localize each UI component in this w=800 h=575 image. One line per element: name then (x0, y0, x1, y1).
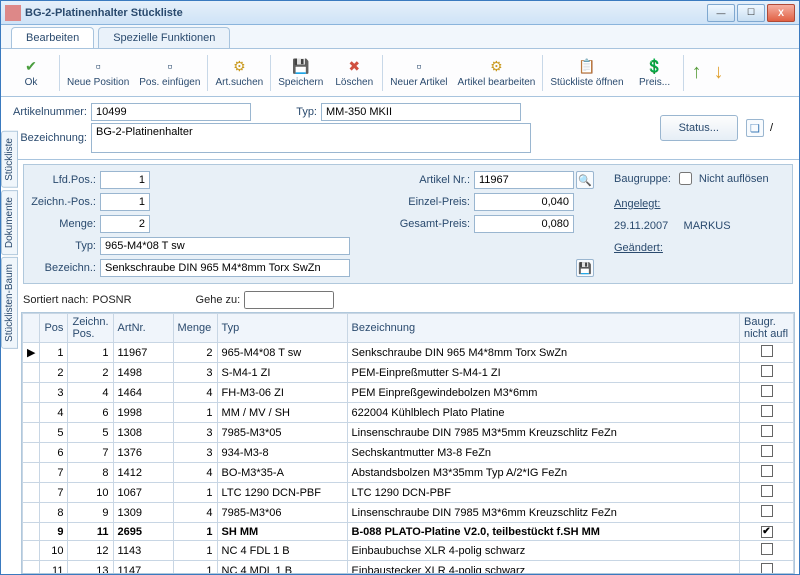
lfd-label: Lfd.Pos.: (28, 174, 100, 186)
detail-bez-input[interactable] (100, 259, 350, 277)
table-row[interactable]: ▶11119672965-M4*08 T swSenkschraube DIN … (23, 343, 794, 363)
typ-label: Typ: (271, 106, 321, 118)
angelegt-user: MARKUS (684, 220, 731, 232)
edit-article-button[interactable]: ⚙Artikel bearbeiten (454, 51, 540, 95)
angelegt-label: Angelegt: (614, 198, 660, 210)
open-list-button[interactable]: 📋Stückliste öffnen (546, 51, 627, 95)
table-row[interactable]: 71010671LTC 1290 DCN-PBFLTC 1290 DCN-PBF (23, 483, 794, 503)
zeichn-label: Zeichn.-Pos.: (28, 196, 100, 208)
search-article-button[interactable]: ⚙Art.suchen (211, 51, 267, 95)
col-artnr[interactable]: ArtNr. (113, 314, 173, 343)
window-title: BG-2-Platinenhalter Stückliste (25, 7, 705, 19)
angelegt-date: 29.11.2007 (614, 220, 668, 232)
detail-artnr-label: Artikel Nr.: (390, 174, 474, 186)
delete-icon: ✖ (345, 57, 363, 75)
insert-position-button[interactable]: ▫Pos. einfügen (135, 51, 204, 95)
goto-input[interactable] (244, 291, 334, 309)
save-button[interactable]: 💾Speichern (274, 51, 327, 95)
table-row[interactable]: 6713763934-M3-8Sechskantmutter M3-8 FeZn (23, 443, 794, 463)
goto-label: Gehe zu: (196, 294, 241, 306)
geaendert-label: Geändert: (614, 242, 663, 254)
artnr-input[interactable] (91, 103, 251, 121)
check-icon: ✔ (22, 57, 40, 75)
nichtaufl-checkbox[interactable] (679, 172, 692, 185)
sidetab-stueckliste[interactable]: Stückliste (1, 131, 18, 188)
nichtaufl-label: Nicht auflösen (699, 173, 769, 185)
table-row[interactable]: 4619981MM / MV / SH622004 Kühlblech Plat… (23, 403, 794, 423)
gesamt-label: Gesamt-Preis: (390, 218, 474, 230)
detail-artnr-input[interactable] (474, 171, 574, 189)
gesamt-input[interactable] (474, 215, 574, 233)
sort-label: Sortiert nach: (23, 294, 88, 306)
bez-input[interactable]: BG-2-Platinenhalter (91, 123, 531, 153)
artnr-label: Artikelnummer: (7, 106, 91, 118)
col-baugr[interactable]: Baugr. nicht aufl (740, 314, 794, 343)
status-button[interactable]: Status... (660, 115, 738, 141)
tab-bearbeiten[interactable]: Bearbeiten (11, 27, 94, 48)
new-article-button[interactable]: ▫Neuer Artikel (386, 51, 451, 95)
minimize-button[interactable]: — (707, 4, 735, 22)
col-typ[interactable]: Typ (217, 314, 347, 343)
col-zeichn[interactable]: Zeichn. Pos. (68, 314, 113, 343)
sidetab-baum[interactable]: Stücklisten-Baum (1, 257, 18, 349)
price-icon: 💲 (646, 57, 664, 75)
up-arrow-button[interactable]: ↑ (686, 61, 708, 84)
open-icon: 📋 (578, 57, 596, 75)
edit-icon: ⚙ (487, 57, 505, 75)
close-button[interactable]: X (767, 4, 795, 22)
tab-spezielle[interactable]: Spezielle Funktionen (98, 27, 230, 48)
insert-icon: ▫ (161, 57, 179, 75)
sort-value: POSNR (92, 294, 131, 306)
detail-save-icon[interactable]: 💾 (576, 259, 594, 277)
detail-typ-label: Typ: (28, 240, 100, 252)
table-row[interactable]: 55130837985-M3*05Linsenschraube DIN 7985… (23, 423, 794, 443)
new-position-button[interactable]: ▫Neue Position (63, 51, 133, 95)
lfd-input[interactable] (100, 171, 150, 189)
app-icon (5, 5, 21, 21)
table-row[interactable]: 7814124BO-M3*35-AAbstandsbolzen M3*35mm … (23, 463, 794, 483)
save-icon: 💾 (292, 57, 310, 75)
maximize-button[interactable]: ☐ (737, 4, 765, 22)
table-row[interactable]: 89130947985-M3*06Linsenschraube DIN 7985… (23, 503, 794, 523)
sidetab-dokumente[interactable]: Dokumente (1, 190, 18, 255)
table-row[interactable]: 2214983S-M4-1 ZIPEM-Einpreßmutter S-M4-1… (23, 363, 794, 383)
einzel-input[interactable] (474, 193, 574, 211)
price-button[interactable]: 💲Preis... (630, 51, 680, 95)
col-bez[interactable]: Bezeichnung (347, 314, 739, 343)
ok-button[interactable]: ✔Ok (6, 51, 56, 95)
search-icon: ⚙ (230, 57, 248, 75)
menge-input[interactable] (100, 215, 150, 233)
table-row[interactable]: 101211431NC 4 FDL 1 BEinbaubuchse XLR 4-… (23, 541, 794, 561)
zeichn-input[interactable] (100, 193, 150, 211)
new-icon: ▫ (89, 57, 107, 75)
delete-button[interactable]: ✖Löschen (329, 51, 379, 95)
baugr-label: Baugruppe: (614, 173, 671, 185)
einzel-label: Einzel-Preis: (390, 196, 474, 208)
table-row[interactable]: 3414644FH-M3-06 ZIPEM Einpreßgewindebolz… (23, 383, 794, 403)
artnr-search-icon[interactable]: 🔍 (576, 171, 594, 189)
new-article-icon: ▫ (410, 57, 428, 75)
detail-typ-input[interactable] (100, 237, 350, 255)
col-menge[interactable]: Menge (173, 314, 217, 343)
table-row[interactable]: 111311471NC 4 MDL 1 BEinbaustecker XLR 4… (23, 561, 794, 575)
col-pos[interactable]: Pos (40, 314, 68, 343)
table-row[interactable]: 91126951SH MMB-088 PLATO-Platine V2.0, t… (23, 523, 794, 541)
status-clear-icon[interactable]: ❏ (746, 119, 764, 137)
grid-table: Pos Zeichn. Pos. ArtNr. Menge Typ Bezeic… (22, 313, 794, 574)
bez-label: Bezeichnung: (7, 132, 91, 144)
menge-label: Menge: (28, 218, 100, 230)
typ-input[interactable] (321, 103, 521, 121)
down-arrow-button[interactable]: ↓ (708, 61, 730, 84)
detail-bez-label: Bezeichn.: (28, 262, 100, 274)
